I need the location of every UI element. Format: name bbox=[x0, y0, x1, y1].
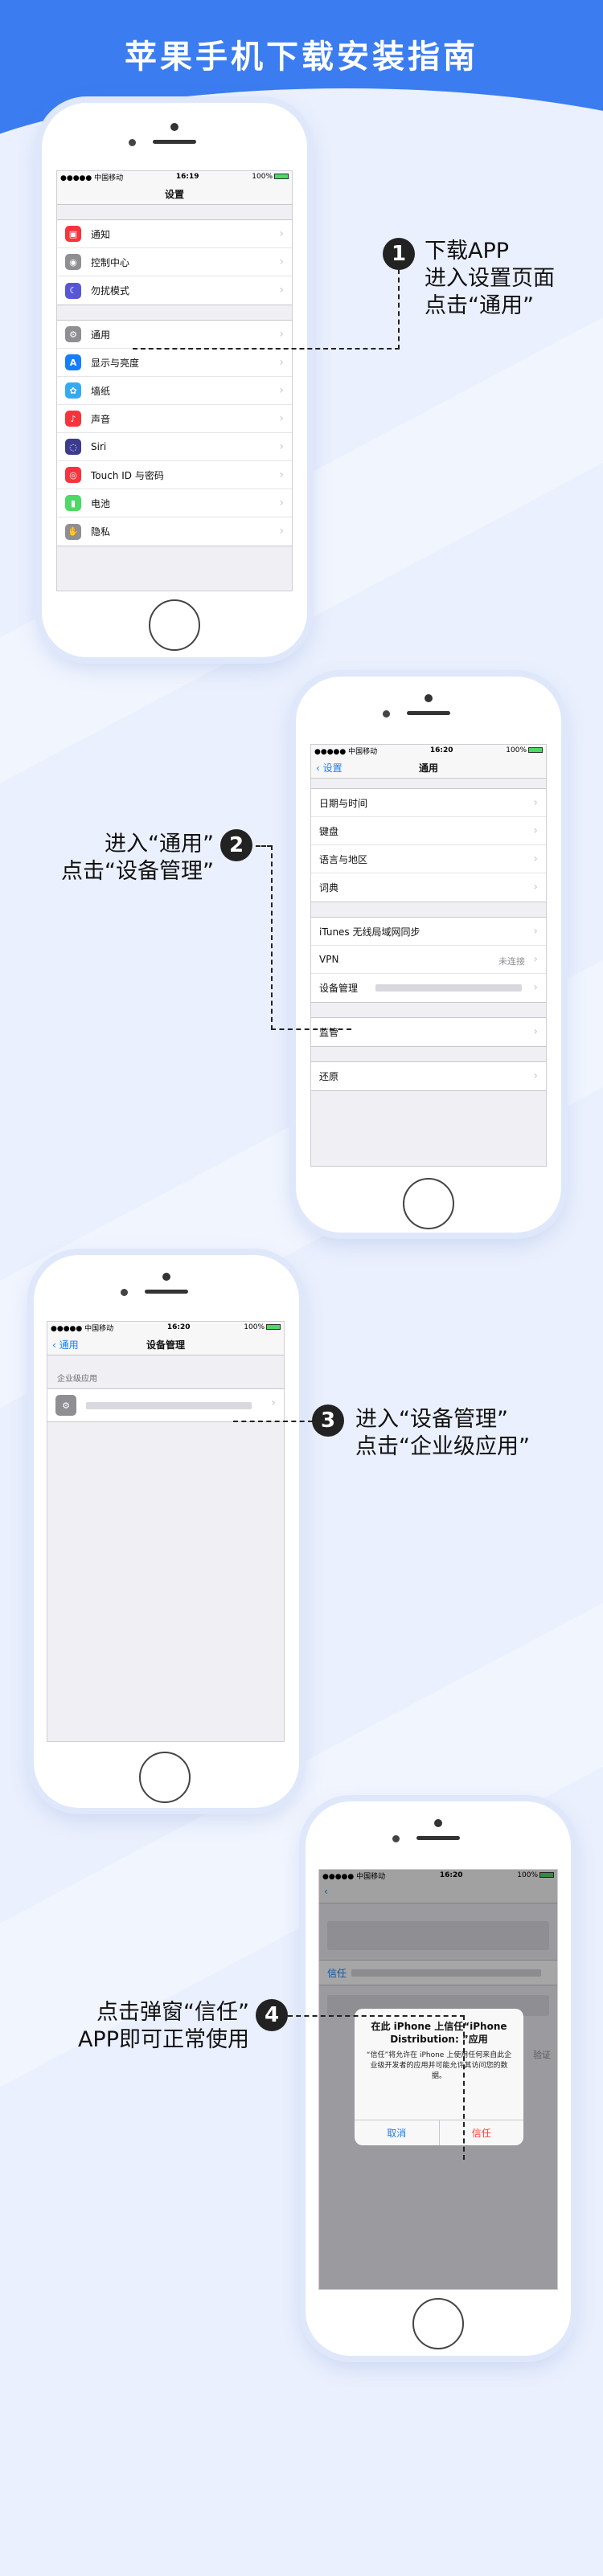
general-item-itunes-sync[interactable]: iTunes 无线局域网同步 › bbox=[311, 918, 546, 946]
general-item-device-management[interactable]: 设备管理 › bbox=[311, 974, 546, 1002]
settings-item-sounds[interactable]: ♪ 声音 › bbox=[57, 405, 292, 433]
wallpaper-icon: ✿ bbox=[65, 382, 81, 399]
hand-icon: ✋ bbox=[65, 523, 81, 540]
connector-line bbox=[133, 348, 400, 350]
step-3-text: 进入“设备管理” 点击“企业级应用” bbox=[355, 1407, 530, 1459]
enterprise-app-item[interactable]: ⚙ › bbox=[47, 1389, 284, 1421]
nav-title: 设备管理 bbox=[146, 1339, 185, 1351]
section-header: 企业级应用 bbox=[57, 1375, 97, 1384]
phone-step-3: ●●●●● 中国移动 16:20 100% ‹ 通用 设备管理 企业级应用 ⚙ … bbox=[34, 1255, 299, 1808]
phone-step-4: ●●●●● 中国移动 16:20 100% ‹ 信任 验证 在此 iPhone … bbox=[306, 1801, 571, 2356]
trust-dialog: 在此 iPhone 上信任“iPhone Distribution: ”应用 “… bbox=[355, 2009, 523, 2145]
navbar: ‹ 通用 设备管理 bbox=[47, 1333, 284, 1355]
notifications-icon: ▣ bbox=[65, 226, 81, 242]
gear-icon: ⚙ bbox=[65, 326, 81, 342]
settings-item-general[interactable]: ⚙ 通用 › bbox=[57, 321, 292, 349]
general-group-3: 监管 › bbox=[311, 1017, 546, 1047]
moon-icon: ☾ bbox=[65, 282, 81, 299]
settings-screen: ●●●●● 中国移动 16:19 100% 设置 ▣ 通知 › ◉ 控制中心 › ☾… bbox=[56, 170, 293, 591]
step-3-badge: 3 bbox=[312, 1405, 344, 1437]
device-management-screen: ●●●●● 中国移动 16:20 100% ‹ 通用 设备管理 企业级应用 ⚙ … bbox=[47, 1321, 285, 1742]
home-button bbox=[149, 599, 200, 651]
general-item-language-region[interactable]: 语言与地区 › bbox=[311, 845, 546, 873]
general-item-supervision[interactable]: 监管 › bbox=[311, 1018, 546, 1046]
page-title: 苹果手机下载安装指南 bbox=[125, 39, 478, 76]
control-center-icon: ◉ bbox=[65, 254, 81, 270]
general-item-dictionary[interactable]: 词典 › bbox=[311, 873, 546, 902]
general-group-2: iTunes 无线局域网同步 › VPN 未连接 › 设备管理 › bbox=[311, 917, 546, 1003]
gear-icon: ⚙ bbox=[55, 1395, 76, 1416]
settings-item-display[interactable]: A 显示与亮度 › bbox=[57, 349, 292, 377]
general-item-vpn[interactable]: VPN 未连接 › bbox=[311, 946, 546, 974]
settings-item-notifications[interactable]: ▣ 通知 › bbox=[57, 220, 292, 248]
home-button bbox=[403, 1178, 454, 1229]
settings-item-wallpaper[interactable]: ✿ 墙纸 › bbox=[57, 377, 292, 405]
settings-item-siri[interactable]: ◌ Siri › bbox=[57, 433, 292, 461]
general-item-date-time[interactable]: 日期与时间 › bbox=[311, 789, 546, 817]
trust-button[interactable]: 信任 bbox=[440, 2120, 524, 2145]
nav-title: 设置 bbox=[164, 189, 184, 200]
dialog-title: 在此 iPhone 上信任“iPhone Distribution: ”应用 bbox=[371, 2021, 507, 2045]
cancel-button[interactable]: 取消 bbox=[355, 2120, 440, 2145]
step-2-text: 进入“通用” 点击“设备管理” bbox=[61, 832, 214, 884]
fingerprint-icon: ◎ bbox=[65, 467, 81, 483]
settings-group-2: ⚙ 通用 › A 显示与亮度 › ✿ 墙纸 › ♪ 声音 › ◌ Siri › ◎ Tou… bbox=[57, 320, 292, 546]
step-1-badge: 1 bbox=[383, 238, 415, 270]
display-icon: A bbox=[65, 354, 81, 370]
trust-screen: ●●●●● 中国移动 16:20 100% ‹ 信任 验证 在此 iPhone … bbox=[318, 1869, 558, 2290]
connector-line bbox=[398, 269, 400, 350]
general-item-reset[interactable]: 还原 › bbox=[311, 1062, 546, 1090]
settings-item-privacy[interactable]: ✋ 隐私 › bbox=[57, 517, 292, 546]
connector-line bbox=[256, 845, 272, 847]
home-button bbox=[139, 1752, 191, 1803]
settings-item-battery[interactable]: ▮ 电池 › bbox=[57, 489, 292, 517]
siri-icon: ◌ bbox=[65, 439, 81, 455]
general-group-4: 还原 › bbox=[311, 1061, 546, 1091]
connector-line bbox=[288, 2015, 465, 2017]
navbar: ‹ 设置 通用 bbox=[311, 756, 546, 779]
blurred-developer-name bbox=[86, 1402, 252, 1409]
connector-line bbox=[271, 845, 273, 1030]
home-button bbox=[412, 2298, 464, 2349]
general-screen: ●●●●● 中国移动 16:20 100% ‹ 设置 通用 日期与时间 › 键盘 ›… bbox=[310, 744, 547, 1167]
step-2-badge: 2 bbox=[220, 829, 252, 861]
dialog-message: “信任”将允许在 iPhone 上使用任何来自此企业级开发者的应用并可能允许其访… bbox=[366, 2051, 512, 2080]
general-item-keyboard[interactable]: 键盘 › bbox=[311, 817, 546, 845]
blurred-profile bbox=[375, 984, 522, 992]
step-4-text: 点击弹窗“信任” APP即可正常使用 bbox=[77, 2000, 249, 2052]
settings-item-touch-id[interactable]: ◎ Touch ID 与密码 › bbox=[57, 461, 292, 489]
settings-item-do-not-disturb[interactable]: ☾ 勿扰模式 › bbox=[57, 276, 292, 305]
step-1-text: 下载APP 进入设置页面 点击“通用” bbox=[425, 239, 555, 318]
step-4-badge: 4 bbox=[256, 1999, 288, 2031]
enterprise-app-group: ⚙ › bbox=[47, 1388, 284, 1422]
phone-step-1: ●●●●● 中国移动 16:19 100% 设置 ▣ 通知 › ◉ 控制中心 › ☾… bbox=[42, 103, 307, 657]
settings-group-1: ▣ 通知 › ◉ 控制中心 › ☾ 勿扰模式 › bbox=[57, 219, 292, 305]
connector-line bbox=[271, 1028, 351, 1030]
settings-item-control-center[interactable]: ◉ 控制中心 › bbox=[57, 248, 292, 276]
speaker-icon: ♪ bbox=[65, 411, 81, 427]
battery-icon: ▮ bbox=[65, 495, 81, 511]
nav-title: 通用 bbox=[418, 763, 438, 774]
phone-step-2: ●●●●● 中国移动 16:20 100% ‹ 设置 通用 日期与时间 › 键盘 ›… bbox=[296, 677, 561, 1233]
navbar: 设置 bbox=[57, 182, 292, 205]
connector-line bbox=[463, 2015, 465, 2160]
general-group-1: 日期与时间 › 键盘 › 语言与地区 › 词典 › bbox=[311, 788, 546, 902]
